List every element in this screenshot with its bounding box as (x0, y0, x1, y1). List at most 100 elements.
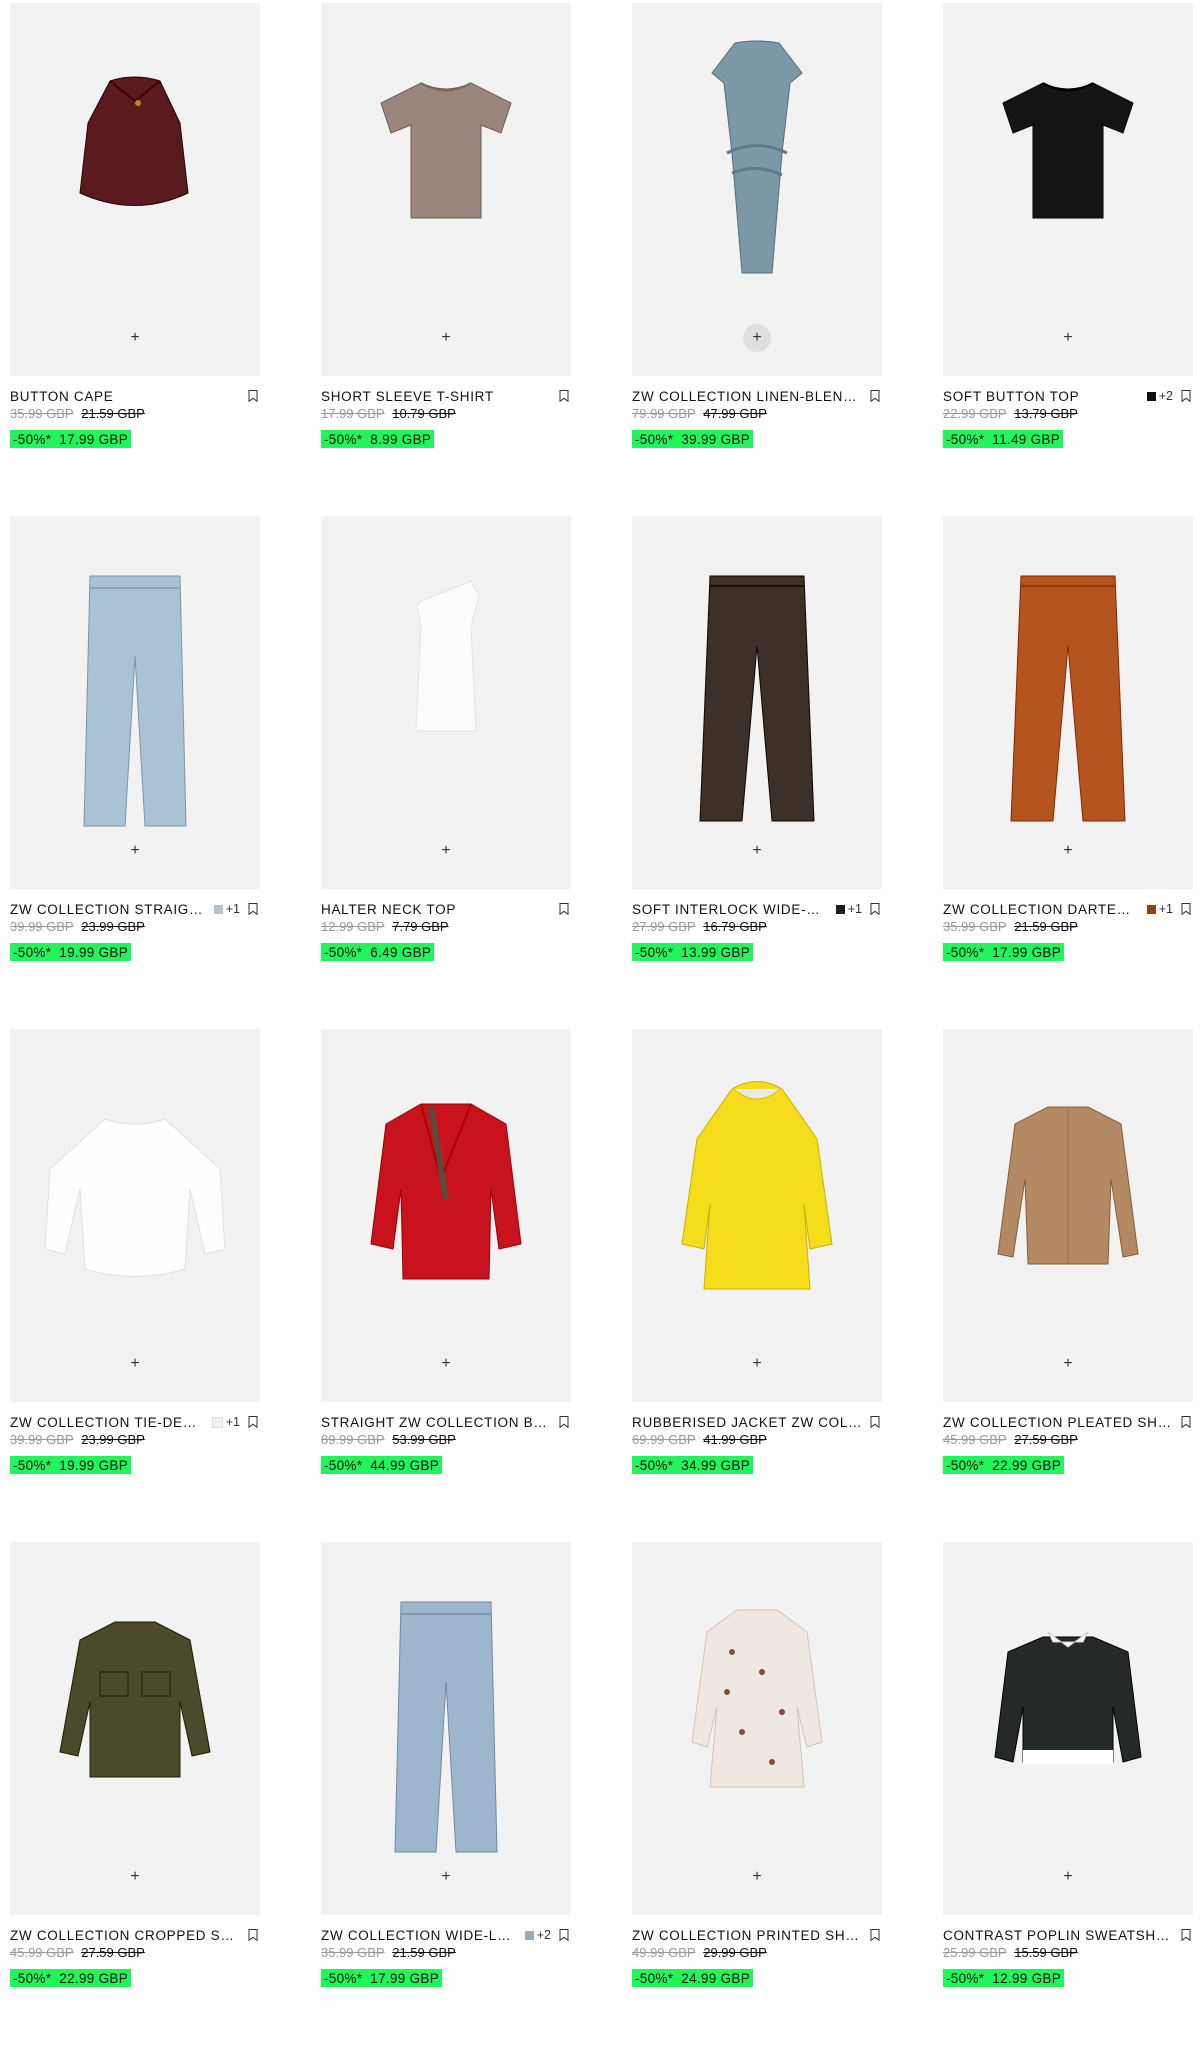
bookmark-icon[interactable] (559, 1929, 569, 1941)
sale-price: 6.49 GBP (370, 945, 432, 960)
bookmark-icon[interactable] (248, 1929, 258, 1941)
product-name[interactable]: ZW COLLECTION PLEATED SHIRT (943, 1415, 1173, 1430)
product-name[interactable]: HALTER NECK TOP (321, 902, 551, 917)
product-card-6[interactable]: + HALTER NECK TOP 12.99 GBP 7.79 GBP -50… (321, 516, 571, 1029)
bookmark-icon[interactable] (248, 390, 258, 402)
product-card-4[interactable]: + SOFT BUTTON TOP +2 22.99 GBP 13.79 GBP… (943, 3, 1193, 516)
sale-price: 22.99 GBP (992, 1458, 1062, 1473)
add-to-bag-plus-icon[interactable]: + (121, 324, 149, 352)
bookmark-icon[interactable] (248, 1416, 258, 1428)
more-colors-count[interactable]: +1 (1159, 902, 1173, 916)
add-to-bag-plus-icon[interactable]: + (1054, 324, 1082, 352)
product-image[interactable]: + (943, 3, 1193, 376)
product-image[interactable]: + (10, 1542, 260, 1915)
add-to-bag-plus-icon[interactable]: + (743, 1863, 771, 1891)
product-name[interactable]: ZW COLLECTION CROPPED SHIRT (10, 1928, 240, 1943)
add-to-bag-plus-icon[interactable]: + (743, 324, 771, 352)
product-card-3[interactable]: + ZW COLLECTION LINEN-BLEND DRAPED DRESS… (632, 3, 882, 516)
price-history: 25.99 GBP 15.59 GBP (943, 1945, 1193, 1963)
color-swatch[interactable] (524, 1930, 534, 1940)
product-image[interactable]: + (321, 516, 571, 889)
product-card-1[interactable]: + BUTTON CAPE 35.99 GBP 21.59 GBP -50%* 1… (10, 3, 260, 516)
add-to-bag-plus-icon[interactable]: + (121, 1350, 149, 1378)
add-to-bag-plus-icon[interactable]: + (432, 1863, 460, 1891)
product-image[interactable]: + (632, 1029, 882, 1402)
product-card-9[interactable]: + ZW COLLECTION TIE-DETAIL BLOUSE +1 39.… (10, 1029, 260, 1542)
product-card-13[interactable]: + ZW COLLECTION CROPPED SHIRT 45.99 GBP … (10, 1542, 260, 2055)
product-name[interactable]: SOFT INTERLOCK WIDE-LEG TROUSERS (632, 902, 828, 917)
product-image[interactable]: + (10, 1029, 260, 1402)
color-swatch[interactable] (835, 904, 845, 914)
bookmark-icon[interactable] (559, 390, 569, 402)
color-swatch[interactable] (211, 1416, 223, 1428)
more-colors-count[interactable]: +2 (1159, 389, 1173, 403)
garment-image (997, 1106, 1139, 1265)
bookmark-icon[interactable] (870, 1416, 880, 1428)
product-card-14[interactable]: + ZW COLLECTION WIDE-LEG JEANS +2 35.99 … (321, 1542, 571, 2055)
product-name[interactable]: STRAIGHT ZW COLLECTION BLAZER (321, 1415, 551, 1430)
product-card-2[interactable]: + SHORT SLEEVE T-SHIRT 17.99 GBP 10.79 G… (321, 3, 571, 516)
product-image[interactable]: + (321, 1029, 571, 1402)
price-history: 22.99 GBP 13.79 GBP (943, 406, 1193, 424)
product-image[interactable]: + (943, 1542, 1193, 1915)
add-to-bag-plus-icon[interactable]: + (432, 1350, 460, 1378)
product-name[interactable]: ZW COLLECTION LINEN-BLEND DRAPED DRESS (632, 389, 862, 404)
more-colors-count[interactable]: +1 (226, 902, 240, 916)
product-name[interactable]: BUTTON CAPE (10, 389, 240, 404)
add-to-bag-plus-icon[interactable]: + (1054, 1863, 1082, 1891)
discount-label: -50%* (13, 1971, 52, 1986)
product-name[interactable]: SHORT SLEEVE T-SHIRT (321, 389, 551, 404)
product-card-16[interactable]: + CONTRAST POPLIN SWEATSHIRT 25.99 GBP 1… (943, 1542, 1193, 2055)
bookmark-icon[interactable] (1181, 390, 1191, 402)
add-to-bag-plus-icon[interactable]: + (121, 837, 149, 865)
more-colors-count[interactable]: +1 (226, 1415, 240, 1429)
product-card-5[interactable]: + ZW COLLECTION STRAIGHT JEANS +1 39.99 … (10, 516, 260, 1029)
add-to-bag-plus-icon[interactable]: + (1054, 1350, 1082, 1378)
garment-image (711, 40, 803, 274)
bookmark-icon[interactable] (870, 1929, 880, 1941)
color-swatch[interactable] (1146, 904, 1156, 914)
more-colors-count[interactable]: +1 (848, 902, 862, 916)
product-card-15[interactable]: + ZW COLLECTION PRINTED SHIRT DRESS 49.9… (632, 1542, 882, 2055)
bookmark-icon[interactable] (870, 903, 880, 915)
product-name[interactable]: ZW COLLECTION DARTED TROUSERS (943, 902, 1139, 917)
product-name[interactable]: ZW COLLECTION WIDE-LEG JEANS (321, 1928, 517, 1943)
bookmark-icon[interactable] (248, 903, 258, 915)
add-to-bag-plus-icon[interactable]: + (1054, 837, 1082, 865)
product-image[interactable]: + (321, 3, 571, 376)
add-to-bag-plus-icon[interactable]: + (432, 324, 460, 352)
bookmark-icon[interactable] (1181, 903, 1191, 915)
product-card-8[interactable]: + ZW COLLECTION DARTED TROUSERS +1 35.99… (943, 516, 1193, 1029)
product-name[interactable]: RUBBERISED JACKET ZW COLLECTION (632, 1415, 862, 1430)
product-name[interactable]: ZW COLLECTION TIE-DETAIL BLOUSE (10, 1415, 204, 1430)
product-name[interactable]: CONTRAST POPLIN SWEATSHIRT (943, 1928, 1173, 1943)
product-name[interactable]: SOFT BUTTON TOP (943, 389, 1139, 404)
product-name[interactable]: ZW COLLECTION PRINTED SHIRT DRESS (632, 1928, 862, 1943)
add-to-bag-plus-icon[interactable]: + (121, 1863, 149, 1891)
add-to-bag-plus-icon[interactable]: + (743, 1350, 771, 1378)
product-image[interactable]: + (632, 3, 882, 376)
product-image[interactable]: + (632, 1542, 882, 1915)
product-name[interactable]: ZW COLLECTION STRAIGHT JEANS (10, 902, 206, 917)
product-card-12[interactable]: + ZW COLLECTION PLEATED SHIRT 45.99 GBP … (943, 1029, 1193, 1542)
bookmark-icon[interactable] (1181, 1416, 1191, 1428)
product-image[interactable]: + (321, 1542, 571, 1915)
product-image[interactable]: + (943, 516, 1193, 889)
more-colors-count[interactable]: +2 (537, 1928, 551, 1942)
bookmark-icon[interactable] (559, 1416, 569, 1428)
product-card-10[interactable]: + STRAIGHT ZW COLLECTION BLAZER 89.99 GB… (321, 1029, 571, 1542)
add-to-bag-plus-icon[interactable]: + (432, 837, 460, 865)
add-to-bag-plus-icon[interactable]: + (743, 837, 771, 865)
product-image[interactable]: + (10, 3, 260, 376)
product-card-7[interactable]: + SOFT INTERLOCK WIDE-LEG TROUSERS +1 27… (632, 516, 882, 1029)
price-history: 35.99 GBP 21.59 GBP (321, 1945, 571, 1963)
bookmark-icon[interactable] (870, 390, 880, 402)
color-swatch[interactable] (213, 904, 223, 914)
bookmark-icon[interactable] (559, 903, 569, 915)
product-image[interactable]: + (943, 1029, 1193, 1402)
bookmark-icon[interactable] (1181, 1929, 1191, 1941)
product-image[interactable]: + (10, 516, 260, 889)
product-card-11[interactable]: + RUBBERISED JACKET ZW COLLECTION 69.99 … (632, 1029, 882, 1542)
product-image[interactable]: + (632, 516, 882, 889)
color-swatch[interactable] (1146, 391, 1156, 401)
